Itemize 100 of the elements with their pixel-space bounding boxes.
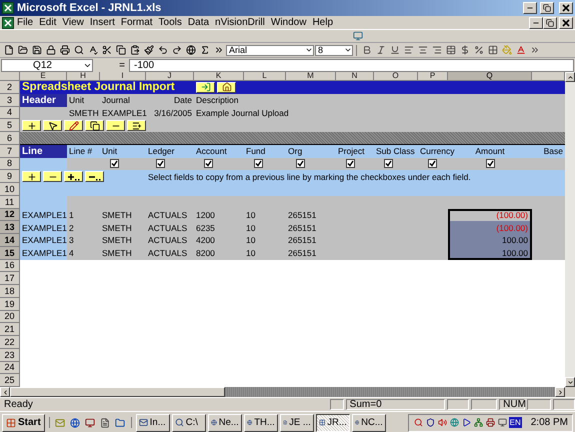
- restore-button[interactable]: [543, 16, 557, 28]
- row-header[interactable]: 14: [0, 234, 20, 247]
- toolbar-button[interactable]: [30, 44, 43, 56]
- column-header[interactable]: H: [67, 72, 100, 81]
- menu-item[interactable]: View: [59, 17, 87, 28]
- toolbar-button[interactable]: [16, 44, 29, 56]
- quick-launch-button[interactable]: [114, 416, 127, 428]
- menu-item[interactable]: File: [14, 17, 36, 28]
- scroll-down-button[interactable]: [565, 377, 575, 387]
- column-header[interactable]: I: [100, 72, 146, 81]
- sheet-button[interactable]: [106, 120, 125, 132]
- checkbox[interactable]: [204, 159, 213, 168]
- font-size-field[interactable]: 8: [315, 44, 353, 56]
- toolbar-button[interactable]: [58, 44, 71, 56]
- row-header[interactable]: 4: [0, 106, 20, 120]
- column-header[interactable]: K: [194, 72, 244, 81]
- row-header[interactable]: 3: [0, 94, 20, 106]
- restore-button[interactable]: [540, 2, 554, 14]
- language-indicator[interactable]: EN: [508, 417, 522, 428]
- row-header[interactable]: 15: [0, 246, 20, 260]
- row-header[interactable]: 16: [0, 260, 20, 272]
- checkbox[interactable]: [156, 159, 165, 168]
- toolbar-button[interactable]: [72, 44, 85, 56]
- quick-launch-button[interactable]: [84, 416, 97, 428]
- column-header[interactable]: J: [146, 72, 194, 81]
- row-header[interactable]: 7: [0, 144, 20, 158]
- toolbar-button[interactable]: [416, 44, 429, 56]
- tray-icon-button[interactable]: [472, 416, 484, 428]
- sheet-button[interactable]: [43, 120, 62, 132]
- row-header[interactable]: 21: [0, 323, 20, 336]
- tray-icon-button[interactable]: [412, 416, 424, 428]
- formula-field[interactable]: -100: [129, 58, 574, 72]
- column-header[interactable]: E: [20, 72, 67, 81]
- remove-line-button[interactable]: [43, 171, 62, 182]
- toolbar-button[interactable]: [114, 44, 127, 56]
- row-header[interactable]: 17: [0, 272, 20, 285]
- quick-launch-button[interactable]: [68, 416, 82, 428]
- menu-item[interactable]: Window: [268, 17, 310, 28]
- scroll-up-button[interactable]: [565, 72, 575, 82]
- row-header[interactable]: 22: [0, 336, 20, 349]
- add-lines-button[interactable]: [64, 171, 83, 182]
- menu-item[interactable]: Edit: [36, 17, 60, 28]
- menu-item[interactable]: Data: [184, 17, 212, 28]
- row-header[interactable]: 11: [0, 196, 20, 208]
- tray-icon-button[interactable]: [424, 416, 436, 428]
- taskbar-button[interactable]: TH...: [244, 414, 278, 432]
- remove-lines-button[interactable]: [85, 171, 104, 182]
- row-header[interactable]: 5: [0, 119, 20, 132]
- sheet-button[interactable]: [64, 120, 83, 132]
- close-button[interactable]: [559, 16, 573, 28]
- taskbar-button[interactable]: Ne...: [208, 414, 242, 432]
- row-header[interactable]: 8: [0, 158, 20, 170]
- menu-item[interactable]: Insert: [86, 17, 118, 28]
- tray-icon-button[interactable]: [436, 416, 448, 428]
- tray-icon-button[interactable]: [496, 416, 508, 428]
- toolbar-button[interactable]: [444, 44, 457, 56]
- font-field[interactable]: Arial: [226, 44, 314, 56]
- menu-item[interactable]: Tools: [156, 17, 185, 28]
- toolbar-button[interactable]: [184, 44, 197, 56]
- toolbar-button[interactable]: [430, 44, 443, 56]
- scroll-right-button[interactable]: [555, 387, 565, 397]
- taskbar-button[interactable]: In...: [136, 414, 170, 432]
- checkbox[interactable]: [110, 159, 119, 168]
- checkbox[interactable]: [346, 159, 355, 168]
- row-header[interactable]: 6: [0, 132, 20, 145]
- row-header[interactable]: 24: [0, 362, 20, 374]
- quick-launch-button[interactable]: [98, 416, 112, 428]
- menu-item[interactable]: nVisionDrill: [212, 17, 268, 28]
- toolbar-button[interactable]: [402, 44, 415, 56]
- sheet-button[interactable]: [127, 120, 146, 132]
- row-header[interactable]: 18: [0, 285, 20, 298]
- start-button[interactable]: Start: [2, 414, 45, 432]
- scroll-thumb[interactable]: [10, 387, 225, 397]
- row-header[interactable]: 20: [0, 310, 20, 324]
- row-header[interactable]: 2: [0, 81, 20, 94]
- taskbar-button[interactable]: C:\: [172, 414, 206, 432]
- checkbox[interactable]: [428, 159, 437, 168]
- checkbox[interactable]: [254, 159, 263, 168]
- taskbar-button[interactable]: NC...: [352, 414, 386, 432]
- row-header[interactable]: 12: [0, 208, 20, 222]
- column-header[interactable]: P: [418, 72, 448, 81]
- column-header[interactable]: M: [286, 72, 336, 81]
- taskbar-button[interactable]: JR...: [316, 414, 350, 432]
- minimize-button[interactable]: [523, 2, 537, 14]
- toolbar-button[interactable]: [486, 44, 499, 56]
- column-header[interactable]: Q: [448, 72, 532, 81]
- sheet-button[interactable]: [22, 120, 41, 132]
- sheet-button[interactable]: [85, 120, 104, 132]
- taskbar-button[interactable]: JE ...: [280, 414, 314, 432]
- row-header[interactable]: 13: [0, 221, 20, 234]
- select-all-corner[interactable]: [0, 72, 20, 81]
- toolbar-button[interactable]: [100, 44, 113, 56]
- column-header[interactable]: L: [244, 72, 286, 81]
- import-button[interactable]: [196, 82, 215, 93]
- row-header[interactable]: 10: [0, 183, 20, 196]
- menu-item[interactable]: Format: [118, 17, 156, 28]
- tray-icon-button[interactable]: [460, 416, 472, 428]
- row-header[interactable]: 23: [0, 348, 20, 362]
- tray-icon-button[interactable]: [484, 416, 496, 428]
- menu-item[interactable]: Help: [309, 17, 336, 28]
